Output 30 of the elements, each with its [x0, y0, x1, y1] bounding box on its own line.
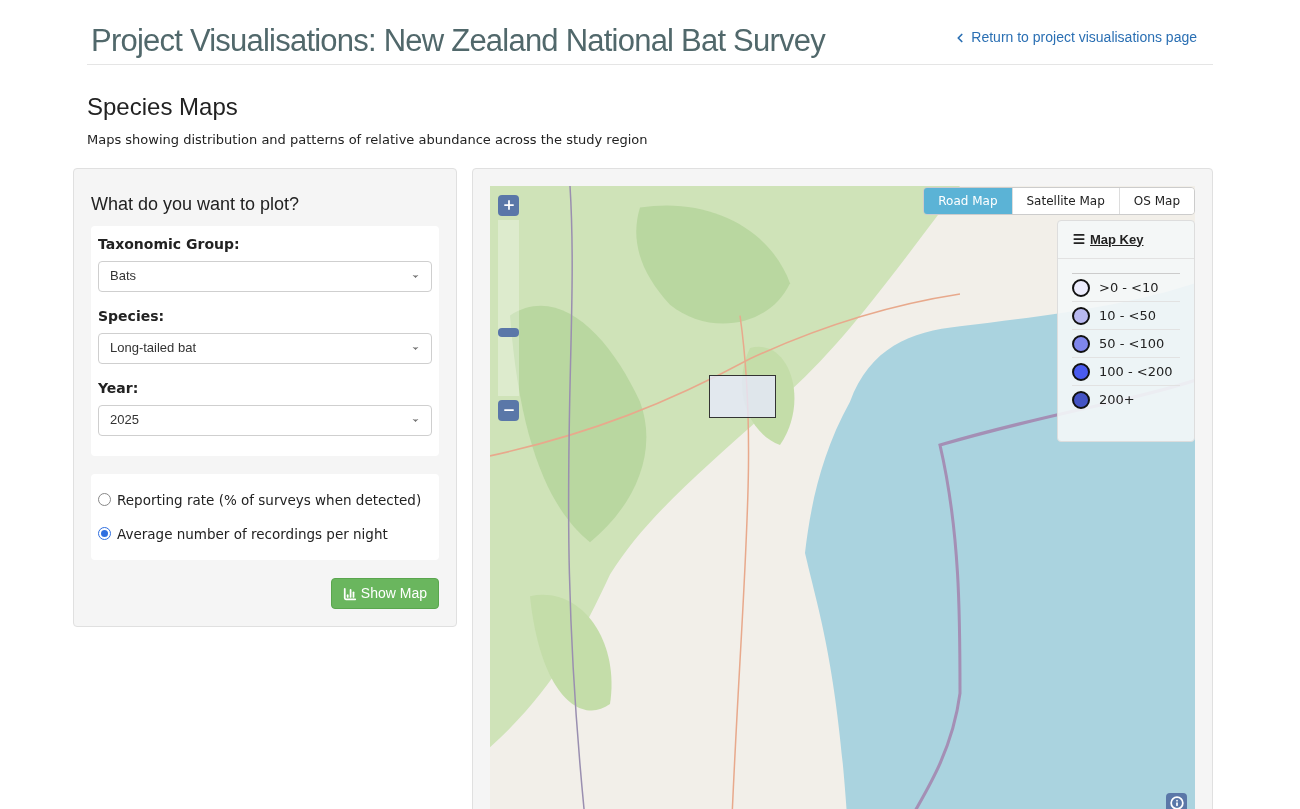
zoom-slider-thumb[interactable]: [498, 328, 519, 338]
menu-icon: [1072, 232, 1086, 247]
page-title: Project Visualisations: New Zealand National Bat Survey: [90, 22, 825, 60]
field-label: Species:: [98, 306, 166, 326]
zoom-slider[interactable]: [498, 219, 519, 396]
plus-icon: [501, 198, 516, 212]
radio-option[interactable]: Reporting rate (% of surveys when detected): [98, 489, 432, 510]
legend-label: >0 - <10: [1099, 278, 1159, 297]
field-label: Year:: [98, 378, 140, 398]
map-layer-tab[interactable]: Satellite Map: [1011, 187, 1119, 214]
legend-label: 50 - <100: [1099, 334, 1165, 353]
zoom-out-button[interactable]: [498, 399, 519, 421]
legend-label: 200+: [1099, 391, 1135, 410]
map-key-title[interactable]: Map Key: [1090, 229, 1144, 249]
section-title: Species Maps: [87, 93, 239, 121]
field-label: Taxonomic Group:: [98, 234, 241, 254]
info-icon: [1169, 796, 1184, 809]
form-title: What do you want to plot?: [91, 192, 301, 216]
survey-square: [709, 374, 776, 418]
section-subtitle: Maps showing distribution and patterns of relative abundance across the study region: [87, 131, 649, 149]
select-field[interactable]: 2025: [98, 404, 432, 436]
map-layer-tab[interactable]: OS Map: [1118, 187, 1194, 214]
back-link[interactable]: Return to project visualisations page: [953, 27, 1197, 48]
radio-option[interactable]: Average number of recordings per night: [98, 523, 432, 544]
legend-label: 10 - <50: [1099, 306, 1156, 325]
zoom-in-button[interactable]: [498, 194, 519, 216]
select-field[interactable]: Long-tailed bat: [98, 332, 432, 364]
select-field[interactable]: Bats: [98, 260, 432, 292]
legend-label: 100 - <200: [1099, 362, 1173, 381]
bar-chart-icon: [342, 586, 357, 601]
